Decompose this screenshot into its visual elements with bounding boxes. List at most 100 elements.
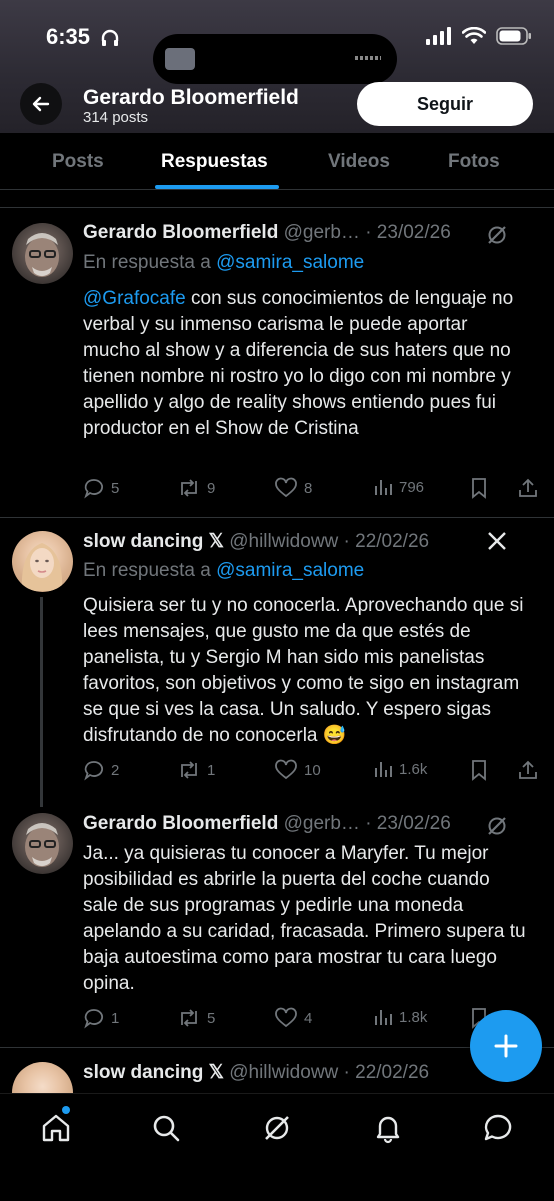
tweet-2[interactable]: slow dancing 𝕏 @hillwidoww · 22/02/26 En… <box>0 517 554 807</box>
views-icon <box>375 480 392 495</box>
reply-count: 1 <box>111 1009 120 1027</box>
status-bar: 6:35 <box>0 22 554 84</box>
profile-tabs: Posts Respuestas Videos Fotos <box>0 133 554 190</box>
tweet-body: Quisiera ser tu y no conocerla. Aprovech… <box>83 595 524 746</box>
battery-icon <box>496 27 531 45</box>
dynamic-island <box>153 34 397 84</box>
like-button[interactable]: 8 <box>274 477 312 499</box>
author-handle-date: @gerb… · 23/02/26 <box>283 813 451 834</box>
reply-icon <box>84 1009 103 1029</box>
reply-mention-link[interactable]: @samira_salome <box>216 560 364 581</box>
reply-icon <box>84 479 103 499</box>
wifi-icon <box>462 27 486 44</box>
share-icon[interactable] <box>517 477 539 499</box>
mention-link[interactable]: @Grafocafe <box>83 288 186 309</box>
avatar-photo <box>25 233 59 277</box>
heart-icon <box>275 1007 297 1028</box>
grok-icon[interactable] <box>486 224 508 246</box>
grok-icon[interactable] <box>486 815 508 837</box>
reply-icon <box>84 761 103 781</box>
share-icon[interactable] <box>517 759 539 781</box>
repost-icon <box>181 761 197 779</box>
profile-topbar: Gerardo Bloomerfield 314 posts Seguir <box>0 82 554 128</box>
tweet-header: slow dancing 𝕏 @hillwidoww · 22/02/26 <box>83 1061 429 1084</box>
heart-icon <box>275 759 297 780</box>
views-count: 796 <box>399 478 425 496</box>
views-count: 1.8k <box>399 1008 428 1026</box>
author-name[interactable]: slow dancing 𝕏 <box>83 531 224 552</box>
reply-label: En respuesta a <box>83 252 217 273</box>
tweet-text: @Grafocafe con sus conocimientos de leng… <box>83 286 528 442</box>
media-thumbnail <box>165 48 195 70</box>
author-name[interactable]: Gerardo Bloomerfield <box>83 813 278 834</box>
views-button[interactable]: 1.8k <box>373 1007 427 1027</box>
avatar-photo <box>21 543 63 591</box>
search-icon[interactable] <box>150 1112 182 1144</box>
bookmark-icon[interactable] <box>469 477 489 499</box>
like-count: 4 <box>304 1009 313 1027</box>
profile-posts-count: 314 posts <box>83 109 149 126</box>
tweet-3[interactable]: Gerardo Bloomerfield @gerb… · 23/02/26 J… <box>0 797 554 1048</box>
tweet-header: slow dancing 𝕏 @hillwidoww · 22/02/26 <box>83 530 429 553</box>
tweet-header: Gerardo Bloomerfield @gerb… · 23/02/26 <box>83 222 451 244</box>
reply-button[interactable]: 5 <box>83 477 119 499</box>
repost-count: 9 <box>207 479 216 497</box>
reply-button[interactable]: 2 <box>83 759 119 781</box>
author-name[interactable]: Gerardo Bloomerfield <box>83 222 278 243</box>
home-icon[interactable] <box>40 1112 72 1144</box>
reply-label: En respuesta a <box>83 560 217 581</box>
views-icon <box>375 762 392 777</box>
notifications-bell-icon[interactable] <box>372 1112 404 1144</box>
heart-icon <box>275 477 297 498</box>
bookmark-icon[interactable] <box>469 759 489 781</box>
messages-icon[interactable] <box>482 1112 514 1144</box>
views-count: 1.6k <box>399 760 428 778</box>
repost-button[interactable]: 1 <box>177 759 215 781</box>
repost-button[interactable]: 5 <box>177 1007 215 1029</box>
tab-posts[interactable]: Posts <box>52 151 104 173</box>
plus-icon <box>494 1034 518 1058</box>
x-icon[interactable] <box>486 530 508 552</box>
author-handle-date: @hillwidoww · 22/02/26 <box>229 531 430 552</box>
like-button[interactable]: 4 <box>274 1007 312 1029</box>
views-button[interactable]: 796 <box>373 477 424 497</box>
author-name[interactable]: slow dancing 𝕏 <box>83 1062 224 1083</box>
author-handle-date: @gerb… · 23/02/26 <box>283 222 451 243</box>
repost-icon <box>181 479 197 497</box>
avatar-photo <box>25 823 59 867</box>
tab-respuestas[interactable]: Respuestas <box>161 151 268 173</box>
avatar[interactable] <box>12 223 73 284</box>
views-icon <box>375 1010 392 1025</box>
compose-button[interactable] <box>470 1010 542 1082</box>
reply-count: 5 <box>111 479 120 497</box>
audio-waveform-icon <box>355 56 381 60</box>
tweet-actions: 5 9 8 796 <box>83 477 543 501</box>
grok-icon[interactable] <box>261 1112 293 1144</box>
back-button[interactable] <box>20 83 62 125</box>
profile-name: Gerardo Bloomerfield <box>83 86 299 109</box>
repost-icon <box>181 1009 197 1027</box>
author-handle-date: @hillwidoww · 22/02/26 <box>229 1062 430 1083</box>
system-indicators <box>426 22 532 50</box>
active-tab-indicator <box>155 185 279 189</box>
reply-button[interactable]: 1 <box>83 1007 119 1029</box>
tweet-body: con sus conocimientos de lenguaje no ver… <box>83 288 514 439</box>
avatar[interactable] <box>12 1062 73 1093</box>
tab-videos[interactable]: Videos <box>328 151 390 173</box>
tweet-1[interactable]: Gerardo Bloomerfield @gerb… · 23/02/26 E… <box>0 207 554 518</box>
reply-count: 2 <box>111 761 120 779</box>
reply-mention-link[interactable]: @samira_salome <box>216 252 364 273</box>
reply-context: En respuesta a @samira_salome <box>83 252 364 274</box>
tweet-actions: 2 1 10 1.6k <box>83 759 543 783</box>
signal-icon <box>426 27 451 45</box>
follow-button[interactable]: Seguir <box>357 82 533 126</box>
repost-button[interactable]: 9 <box>177 477 215 499</box>
tab-fotos[interactable]: Fotos <box>448 151 500 173</box>
notification-dot <box>62 1106 70 1114</box>
like-button[interactable]: 10 <box>274 759 321 781</box>
headphones-icon <box>101 29 119 46</box>
avatar[interactable] <box>12 531 73 592</box>
reply-context: En respuesta a @samira_salome <box>83 560 364 582</box>
views-button[interactable]: 1.6k <box>373 759 427 779</box>
avatar[interactable] <box>12 813 73 874</box>
